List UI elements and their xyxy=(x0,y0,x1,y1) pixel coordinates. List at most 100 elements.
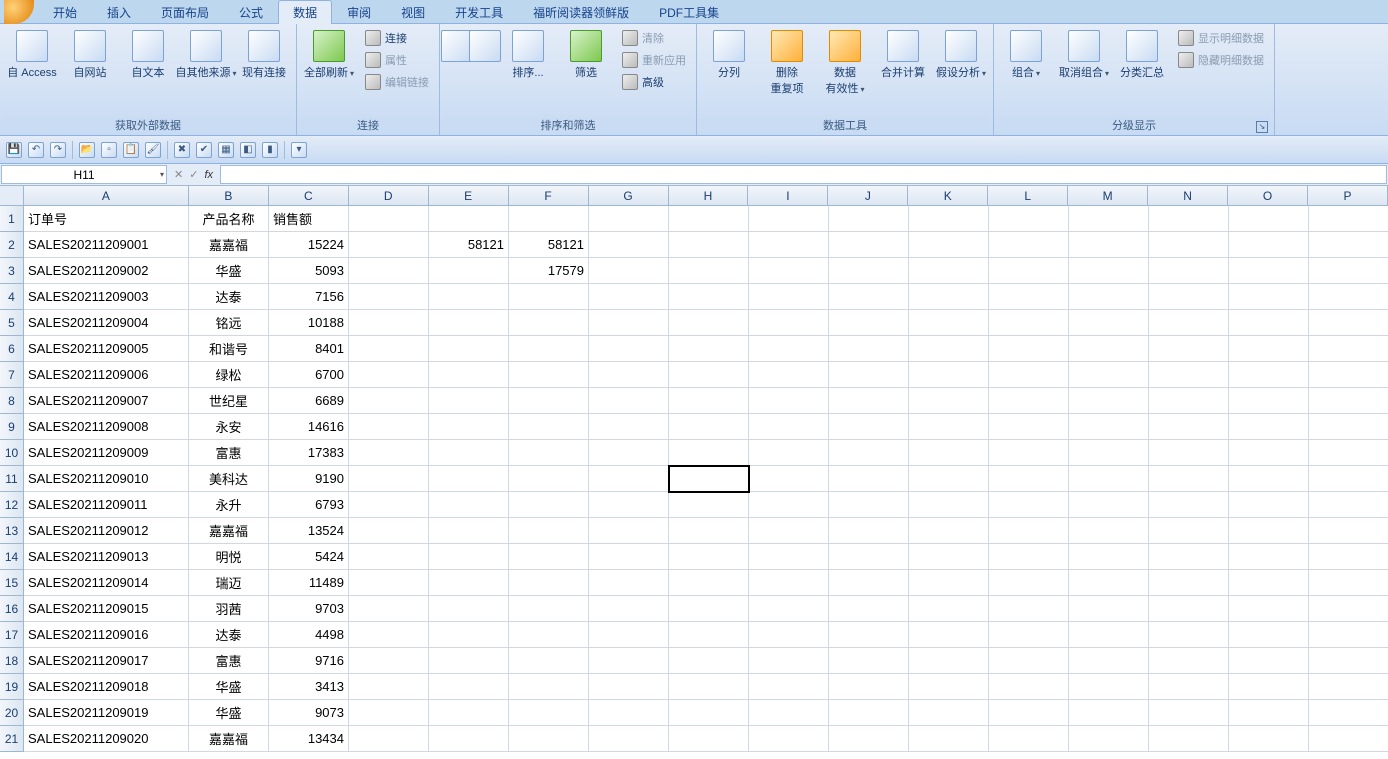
cell-F16[interactable] xyxy=(509,596,589,622)
tab-福昕阅读器领鲜版[interactable]: 福昕阅读器领鲜版 xyxy=(518,0,644,24)
cell-I9[interactable] xyxy=(749,414,829,440)
fx-icon[interactable]: fx xyxy=(204,169,213,181)
cell-P3[interactable] xyxy=(1309,258,1388,284)
cell-N10[interactable] xyxy=(1149,440,1229,466)
sort[interactable]: 排序... xyxy=(500,26,556,84)
tab-视图[interactable]: 视图 xyxy=(386,0,440,24)
cell-A3[interactable]: SALES20211209002 xyxy=(24,258,189,284)
col-header-M[interactable]: M xyxy=(1068,186,1148,206)
cell-J7[interactable] xyxy=(829,362,909,388)
cell-M7[interactable] xyxy=(1069,362,1149,388)
cell-M8[interactable] xyxy=(1069,388,1149,414)
cell-E4[interactable] xyxy=(429,284,509,310)
cell-L2[interactable] xyxy=(989,232,1069,258)
col-header-D[interactable]: D xyxy=(349,186,429,206)
cell-P10[interactable] xyxy=(1309,440,1388,466)
cell-I15[interactable] xyxy=(749,570,829,596)
cell-C4[interactable]: 7156 xyxy=(269,284,349,310)
cell-B13[interactable]: 嘉嘉福 xyxy=(189,518,269,544)
cell-D6[interactable] xyxy=(349,336,429,362)
cell-A12[interactable]: SALES20211209011 xyxy=(24,492,189,518)
cell-N1[interactable] xyxy=(1149,206,1229,232)
cell-C15[interactable]: 11489 xyxy=(269,570,349,596)
cell-N12[interactable] xyxy=(1149,492,1229,518)
cell-O2[interactable] xyxy=(1229,232,1309,258)
cell-M6[interactable] xyxy=(1069,336,1149,362)
tab-开发工具[interactable]: 开发工具 xyxy=(440,0,518,24)
cell-L11[interactable] xyxy=(989,466,1069,492)
cell-G2[interactable] xyxy=(589,232,669,258)
cell-I20[interactable] xyxy=(749,700,829,726)
new-icon[interactable]: ▫ xyxy=(101,142,117,158)
cell-G9[interactable] xyxy=(589,414,669,440)
cell-N13[interactable] xyxy=(1149,518,1229,544)
cell-A20[interactable]: SALES20211209019 xyxy=(24,700,189,726)
cell-D3[interactable] xyxy=(349,258,429,284)
cell-O4[interactable] xyxy=(1229,284,1309,310)
cell-B9[interactable]: 永安 xyxy=(189,414,269,440)
cell-D10[interactable] xyxy=(349,440,429,466)
cell-H6[interactable] xyxy=(669,336,749,362)
cell-E5[interactable] xyxy=(429,310,509,336)
cell-I2[interactable] xyxy=(749,232,829,258)
cell-J21[interactable] xyxy=(829,726,909,752)
cell-E18[interactable] xyxy=(429,648,509,674)
cell-F6[interactable] xyxy=(509,336,589,362)
cell-I3[interactable] xyxy=(749,258,829,284)
cell-F12[interactable] xyxy=(509,492,589,518)
cell-G20[interactable] xyxy=(589,700,669,726)
row-header-12[interactable]: 12 xyxy=(0,492,24,518)
row-header-3[interactable]: 3 xyxy=(0,258,24,284)
cell-I1[interactable] xyxy=(749,206,829,232)
cell-E13[interactable] xyxy=(429,518,509,544)
cell-F4[interactable] xyxy=(509,284,589,310)
cell-E12[interactable] xyxy=(429,492,509,518)
cell-B11[interactable]: 美科达 xyxy=(189,466,269,492)
col-header-G[interactable]: G xyxy=(589,186,669,206)
cell-D4[interactable] xyxy=(349,284,429,310)
cell-P21[interactable] xyxy=(1309,726,1388,752)
cell-D5[interactable] xyxy=(349,310,429,336)
cell-O13[interactable] xyxy=(1229,518,1309,544)
cell-K4[interactable] xyxy=(909,284,989,310)
existing-conn[interactable]: 现有连接 xyxy=(236,26,292,84)
cell-C18[interactable]: 9716 xyxy=(269,648,349,674)
cell-C17[interactable]: 4498 xyxy=(269,622,349,648)
cell-L19[interactable] xyxy=(989,674,1069,700)
cell-B10[interactable]: 富惠 xyxy=(189,440,269,466)
cell-G13[interactable] xyxy=(589,518,669,544)
cell-C9[interactable]: 14616 xyxy=(269,414,349,440)
cell-B16[interactable]: 羽茜 xyxy=(189,596,269,622)
cell-J15[interactable] xyxy=(829,570,909,596)
cell-J12[interactable] xyxy=(829,492,909,518)
row-header-13[interactable]: 13 xyxy=(0,518,24,544)
cell-P7[interactable] xyxy=(1309,362,1388,388)
cell-L12[interactable] xyxy=(989,492,1069,518)
formula-input[interactable] xyxy=(220,165,1387,184)
cell-L14[interactable] xyxy=(989,544,1069,570)
cell-D7[interactable] xyxy=(349,362,429,388)
tab-公式[interactable]: 公式 xyxy=(224,0,278,24)
cell-A4[interactable]: SALES20211209003 xyxy=(24,284,189,310)
cell-O17[interactable] xyxy=(1229,622,1309,648)
cell-M3[interactable] xyxy=(1069,258,1149,284)
cell-B3[interactable]: 华盛 xyxy=(189,258,269,284)
cell-B18[interactable]: 富惠 xyxy=(189,648,269,674)
cell-A11[interactable]: SALES20211209010 xyxy=(24,466,189,492)
cell-E21[interactable] xyxy=(429,726,509,752)
cell-D16[interactable] xyxy=(349,596,429,622)
cell-F17[interactable] xyxy=(509,622,589,648)
cell-C14[interactable]: 5424 xyxy=(269,544,349,570)
filter[interactable]: 筛选 xyxy=(558,26,614,84)
cell-I5[interactable] xyxy=(749,310,829,336)
col-header-A[interactable]: A xyxy=(24,186,189,206)
cell-J19[interactable] xyxy=(829,674,909,700)
cell-L3[interactable] xyxy=(989,258,1069,284)
cell-C19[interactable]: 3413 xyxy=(269,674,349,700)
cell-E10[interactable] xyxy=(429,440,509,466)
cell-O7[interactable] xyxy=(1229,362,1309,388)
row-header-6[interactable]: 6 xyxy=(0,336,24,362)
cell-F10[interactable] xyxy=(509,440,589,466)
cell-M20[interactable] xyxy=(1069,700,1149,726)
cell-F5[interactable] xyxy=(509,310,589,336)
